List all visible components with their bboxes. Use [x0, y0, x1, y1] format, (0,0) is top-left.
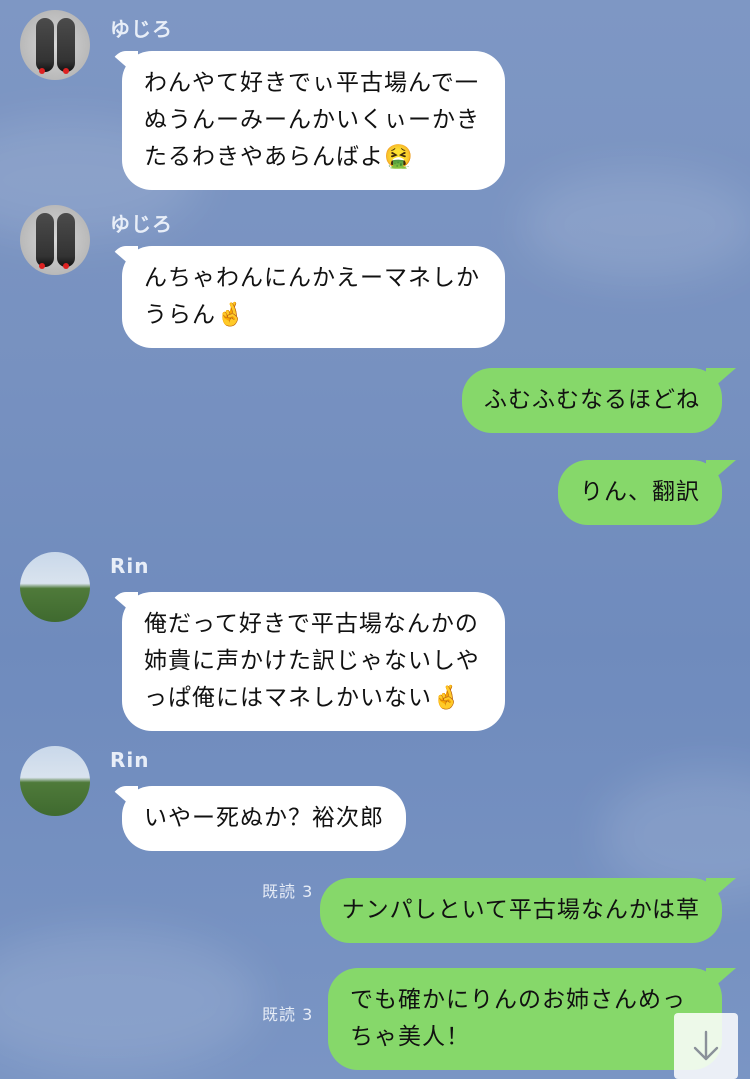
- sender-name: ゆじろ: [110, 212, 173, 236]
- sender-name: Rin: [110, 554, 150, 578]
- message-text: りん、翻訳: [580, 479, 700, 505]
- shoe-accent: [63, 68, 69, 74]
- message-text: でも確かにりんのお姉さんめっちゃ美人！: [350, 987, 686, 1050]
- message-bubble-outgoing[interactable]: ナンパしといて平古場なんかは草: [319, 878, 722, 943]
- shoe-accent: [39, 68, 45, 74]
- sender-name: Rin: [110, 748, 150, 772]
- message-text: いやー死ぬか？裕次郎: [144, 805, 384, 831]
- crossed-fingers-emoji-icon: 🤞: [432, 685, 462, 711]
- crossed-fingers-emoji-icon: 🤞: [216, 302, 246, 328]
- shoe-left: [36, 213, 54, 267]
- avatar-yujiro[interactable]: [20, 205, 90, 275]
- message-bubble-outgoing[interactable]: りん、翻訳: [558, 460, 722, 525]
- shoe-left: [36, 18, 54, 72]
- shoe-accent: [63, 263, 69, 269]
- message-bubble-incoming[interactable]: いやー死ぬか？裕次郎: [122, 786, 406, 851]
- message-bubble-incoming[interactable]: んちゃわんにんかえーマネしかうらん🤞: [122, 246, 505, 348]
- avatar-yujiro[interactable]: [20, 10, 90, 80]
- message-text: わんやて好きでぃ平古場んで一ぬうんーみーんかいくぃーかきたるわきやあらんばよ: [144, 70, 480, 170]
- read-receipt: 既読 3: [262, 1005, 314, 1024]
- message-text: ふむふむなるほどね: [484, 387, 700, 413]
- message-bubble-outgoing[interactable]: ふむふむなるほどね: [462, 368, 722, 433]
- scroll-to-bottom-button[interactable]: [674, 1013, 738, 1079]
- message-text: 俺だって好きで平古場なんかの姉貴に声かけた訳じゃないしやっぱ俺にはマネしかいない: [144, 611, 480, 711]
- avatar-rin[interactable]: [20, 746, 90, 816]
- read-receipt: 既読 3: [262, 882, 314, 901]
- avatar-rin[interactable]: [20, 552, 90, 622]
- message-text: ナンパしといて平古場なんかは草: [341, 897, 700, 923]
- arrow-down-icon: [693, 1030, 719, 1061]
- message-bubble-outgoing[interactable]: でも確かにりんのお姉さんめっちゃ美人！: [328, 968, 722, 1070]
- shoe-right: [57, 213, 75, 267]
- message-bubble-incoming[interactable]: 俺だって好きで平古場なんかの姉貴に声かけた訳じゃないしやっぱ俺にはマネしかいない…: [122, 592, 505, 731]
- sender-name: ゆじろ: [110, 17, 173, 41]
- nauseated-emoji-icon: 🤮: [384, 144, 414, 170]
- shoe-accent: [39, 263, 45, 269]
- shoe-right: [57, 18, 75, 72]
- chat-area[interactable]: ゆじろ わんやて好きでぃ平古場んで一ぬうんーみーんかいくぃーかきたるわきやあらん…: [0, 0, 750, 1079]
- message-bubble-incoming[interactable]: わんやて好きでぃ平古場んで一ぬうんーみーんかいくぃーかきたるわきやあらんばよ🤮: [122, 51, 505, 190]
- message-text: んちゃわんにんかえーマネしかうらん: [144, 265, 480, 328]
